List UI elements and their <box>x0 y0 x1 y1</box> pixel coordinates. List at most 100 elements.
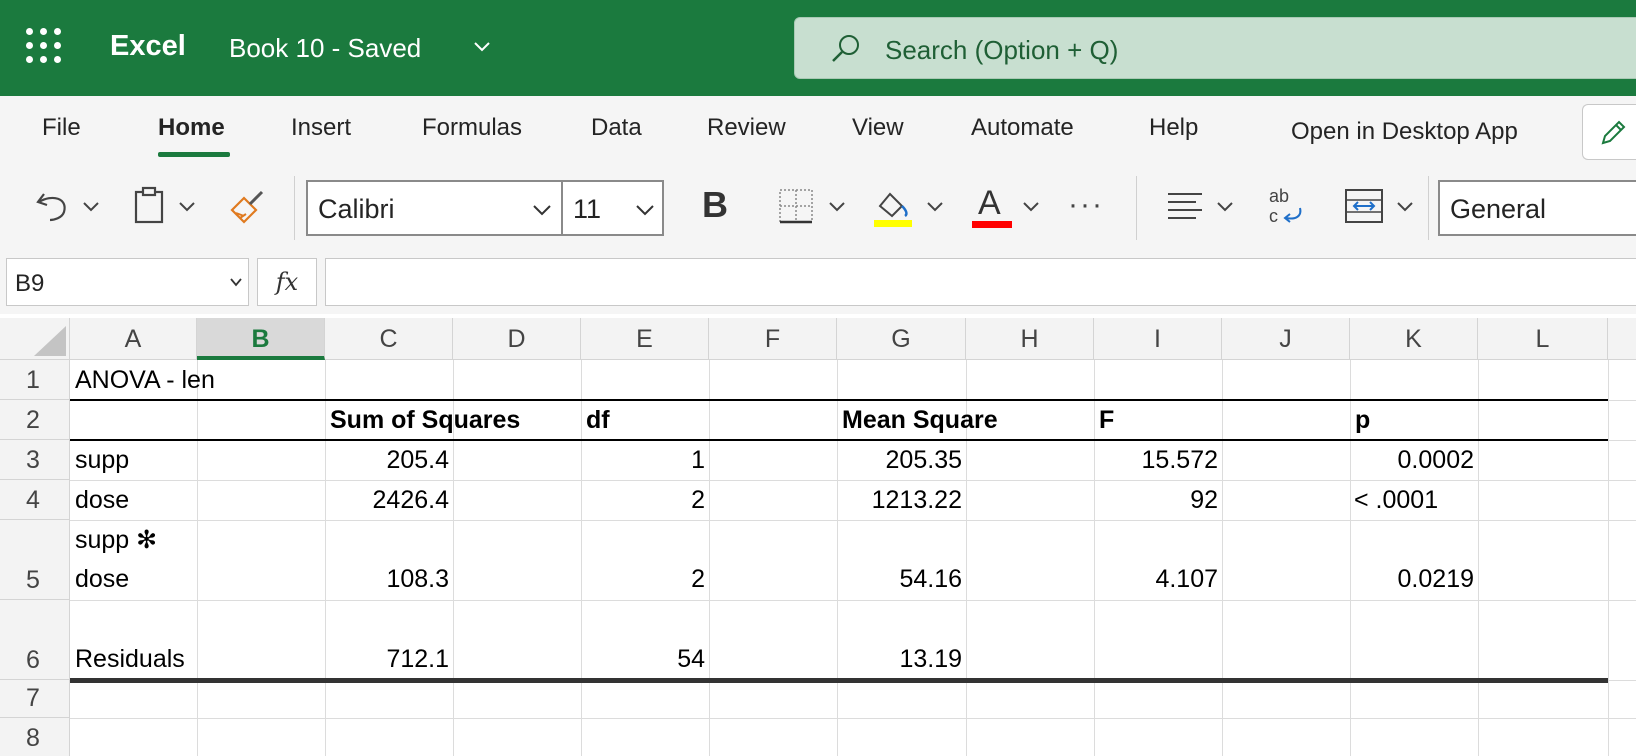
row-header-7[interactable]: 7 <box>0 680 70 718</box>
tab-automate[interactable]: Automate <box>971 114 1074 142</box>
align-left-icon[interactable] <box>1166 190 1204 224</box>
column-header-k[interactable]: K <box>1350 318 1478 360</box>
format-painter-icon[interactable] <box>228 186 268 226</box>
column-header-b[interactable]: B <box>197 318 325 360</box>
cell-p[interactable]: 0.0002 <box>1350 446 1474 475</box>
name-box-value: B9 <box>15 270 45 297</box>
column-header-c[interactable]: C <box>325 318 453 360</box>
cell-f[interactable]: 92 <box>1094 486 1218 515</box>
undo-icon[interactable] <box>34 186 74 226</box>
chevron-down-icon[interactable] <box>1214 196 1236 218</box>
tab-formulas[interactable]: Formulas <box>422 114 522 142</box>
fill-color-icon[interactable] <box>872 184 914 228</box>
cell-df[interactable]: 1 <box>581 446 705 475</box>
tab-help[interactable]: Help <box>1149 114 1198 142</box>
cell-sum-of-squares[interactable]: 205.4 <box>325 446 449 475</box>
header-df[interactable]: df <box>586 406 610 435</box>
cell-f[interactable]: 4.107 <box>1094 565 1218 594</box>
header-sum-of-squares[interactable]: Sum of Squares <box>330 406 520 435</box>
more-options-button[interactable]: ··· <box>1068 188 1104 222</box>
chevron-down-icon[interactable] <box>924 196 946 218</box>
gridline <box>1478 360 1479 756</box>
column-header-d[interactable]: D <box>453 318 581 360</box>
font-name-select[interactable]: Calibri <box>306 180 563 236</box>
spreadsheet-grid: A B C D E F G H I J K L 1 2 3 4 5 6 7 8 … <box>0 318 1636 756</box>
cell-term[interactable]: dose <box>75 486 129 515</box>
select-all-icon <box>34 326 66 356</box>
chevron-down-icon[interactable] <box>1020 196 1042 218</box>
app-launcher-icon[interactable] <box>26 28 62 64</box>
merge-center-icon[interactable] <box>1344 188 1384 224</box>
editing-mode-button[interactable] <box>1582 104 1636 160</box>
chevron-down-icon[interactable] <box>826 196 848 218</box>
number-format-select[interactable]: General <box>1438 180 1636 236</box>
cell-df[interactable]: 54 <box>581 645 705 674</box>
chevron-down-icon[interactable] <box>470 34 494 58</box>
search-box[interactable]: Search (Option + Q) <box>794 17 1636 79</box>
column-header-h[interactable]: H <box>966 318 1094 360</box>
header-p[interactable]: p <box>1355 406 1370 435</box>
row-header-1[interactable]: 1 <box>0 360 70 400</box>
font-size-select[interactable]: 11 <box>561 180 664 236</box>
chevron-down-icon[interactable] <box>229 275 243 289</box>
tab-data[interactable]: Data <box>591 114 642 142</box>
tab-review[interactable]: Review <box>707 114 786 142</box>
column-header-f[interactable]: F <box>709 318 837 360</box>
header-f[interactable]: F <box>1099 406 1114 435</box>
cell-df[interactable]: 2 <box>581 565 705 594</box>
cell-term-line2[interactable]: dose <box>75 565 129 594</box>
cell-term[interactable]: Residuals <box>75 645 185 674</box>
toolbar-separator <box>1136 176 1137 240</box>
row-header-5[interactable]: 5 <box>0 520 70 600</box>
column-header-e[interactable]: E <box>581 318 709 360</box>
formula-input[interactable] <box>325 258 1636 306</box>
tab-insert[interactable]: Insert <box>291 114 351 142</box>
cell-term[interactable]: supp <box>75 446 129 475</box>
wrap-text-icon[interactable]: ab c <box>1266 184 1306 228</box>
bold-button[interactable]: B <box>702 184 728 226</box>
cell-term-line1[interactable]: supp ✻ <box>75 525 157 555</box>
chevron-down-icon[interactable] <box>80 196 102 218</box>
borders-icon[interactable] <box>778 188 814 224</box>
cell-p[interactable]: 0.0219 <box>1350 565 1474 594</box>
column-header-g[interactable]: G <box>837 318 966 360</box>
font-name-value: Calibri <box>318 194 395 224</box>
select-all-button[interactable] <box>0 318 70 360</box>
cell-f[interactable]: 15.572 <box>1094 446 1218 475</box>
column-header-l[interactable]: L <box>1478 318 1608 360</box>
open-in-desktop-app-button[interactable]: Open in Desktop App <box>1291 118 1518 146</box>
table-title[interactable]: ANOVA - len <box>75 366 215 395</box>
gridline <box>1350 360 1351 756</box>
insert-function-button[interactable]: fx <box>257 258 317 306</box>
row-header-3[interactable]: 3 <box>0 440 70 480</box>
cell-sum-of-squares[interactable]: 712.1 <box>325 645 449 674</box>
row-header-8[interactable]: 8 <box>0 718 70 756</box>
cell-mean-square[interactable]: 205.35 <box>837 446 962 475</box>
column-header-a[interactable]: A <box>70 318 197 360</box>
cell-mean-square[interactable]: 1213.22 <box>837 486 962 515</box>
paste-icon[interactable] <box>132 186 168 226</box>
tab-file[interactable]: File <box>42 114 81 142</box>
tab-home[interactable]: Home <box>158 114 225 142</box>
column-header-j[interactable]: J <box>1222 318 1350 360</box>
name-box[interactable]: B9 <box>6 258 249 306</box>
chevron-down-icon <box>636 205 654 216</box>
column-header-i[interactable]: I <box>1094 318 1222 360</box>
font-color-button[interactable]: A <box>972 184 1014 228</box>
row-header-2[interactable]: 2 <box>0 400 70 440</box>
cell-mean-square[interactable]: 13.19 <box>837 645 962 674</box>
column-header-m[interactable] <box>1608 318 1636 360</box>
row-header-4[interactable]: 4 <box>0 480 70 520</box>
cell-p[interactable]: < .0001 <box>1354 486 1438 515</box>
tab-view[interactable]: View <box>852 114 904 142</box>
document-title[interactable]: Book 10 - Saved <box>229 33 421 64</box>
header-mean-square[interactable]: Mean Square <box>842 406 998 435</box>
cell-sum-of-squares[interactable]: 108.3 <box>325 565 449 594</box>
cell-mean-square[interactable]: 54.16 <box>837 565 962 594</box>
cell-df[interactable]: 2 <box>581 486 705 515</box>
row-header-6[interactable]: 6 <box>0 600 70 680</box>
chevron-down-icon[interactable] <box>1394 196 1416 218</box>
chevron-down-icon[interactable] <box>176 196 198 218</box>
cell-sum-of-squares[interactable]: 2426.4 <box>325 486 449 515</box>
app-name[interactable]: Excel <box>110 30 186 63</box>
